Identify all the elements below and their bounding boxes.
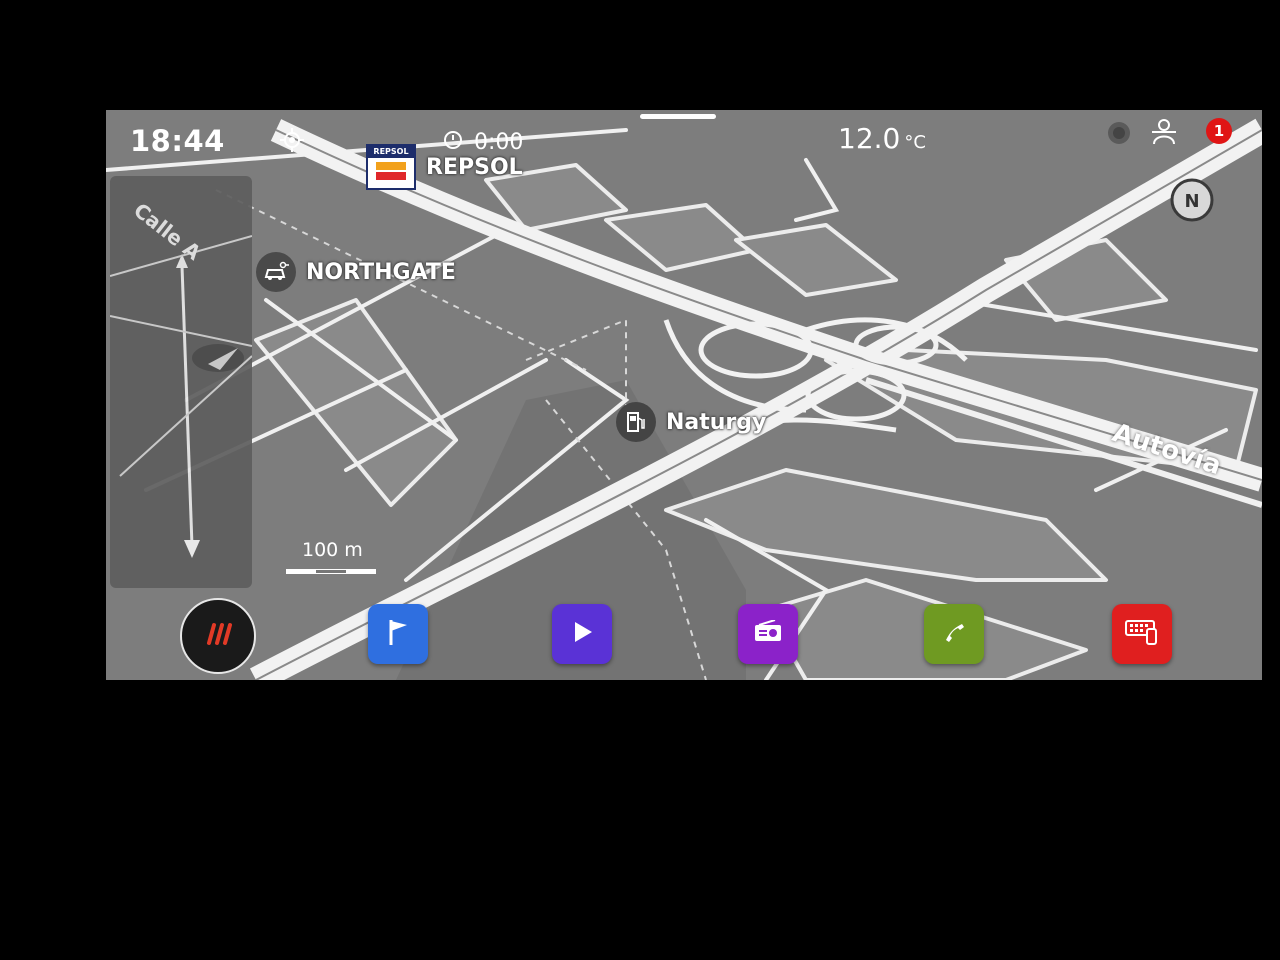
- map-scale-label: 100 m: [302, 539, 363, 561]
- clock: 18:44: [130, 124, 225, 158]
- navigation-button[interactable]: [368, 604, 428, 664]
- radio-button[interactable]: [738, 604, 798, 664]
- home-menu-button[interactable]: [180, 598, 256, 674]
- temperature-value: 12.0: [838, 122, 901, 155]
- phone-button[interactable]: [924, 604, 984, 664]
- flag-icon: [385, 617, 411, 651]
- outside-temperature: 12.0 °C: [838, 122, 926, 155]
- poi-naturgy[interactable]: Naturgy: [616, 402, 766, 442]
- map-canvas[interactable]: [106, 110, 1262, 680]
- poi-label-repsol: REPSOL: [426, 154, 523, 180]
- compass-label: N: [1184, 191, 1199, 212]
- phone-icon: [941, 619, 967, 649]
- gps-location-icon[interactable]: [280, 128, 304, 156]
- keypad-phone-icon: [1125, 618, 1159, 650]
- car-rental-icon: [256, 252, 296, 292]
- menu-stripes-icon: [201, 621, 235, 651]
- pull-down-handle[interactable]: [640, 114, 716, 119]
- temperature-unit: °C: [904, 132, 926, 153]
- radio-icon: [753, 619, 783, 648]
- connectivity-icon[interactable]: [1106, 120, 1132, 150]
- poi-northgate[interactable]: NORTHGATE: [256, 252, 456, 292]
- infotainment-screen: Calle A Autovía 18:44 0:00 12.0 °C 1 N RE…: [106, 110, 1262, 680]
- repsol-logo-icon: REPSOL: [366, 144, 416, 190]
- driver-profile-icon[interactable]: [1150, 116, 1178, 150]
- poi-repsol[interactable]: REPSOL REPSOL: [366, 144, 523, 190]
- map-scale-bar: [286, 569, 376, 574]
- car-settings-button[interactable]: [1112, 604, 1172, 664]
- compass-north-icon[interactable]: N: [1168, 176, 1216, 228]
- poi-label-northgate: NORTHGATE: [306, 259, 456, 285]
- media-button[interactable]: [552, 604, 612, 664]
- fuel-station-icon: [616, 402, 656, 442]
- play-icon: [569, 619, 595, 649]
- poi-label-naturgy: Naturgy: [666, 409, 767, 435]
- notification-badge[interactable]: 1: [1206, 118, 1232, 144]
